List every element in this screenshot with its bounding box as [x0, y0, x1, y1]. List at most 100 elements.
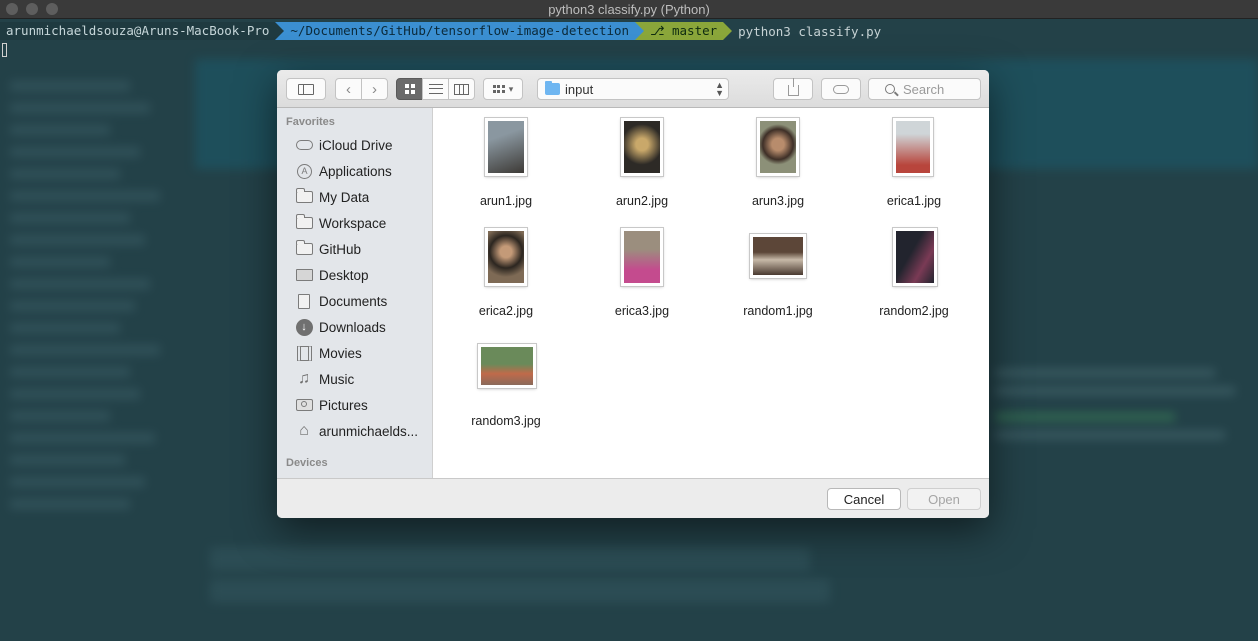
list-view-button[interactable]	[422, 78, 449, 100]
search-icon	[885, 84, 895, 94]
back-button[interactable]: ‹	[335, 78, 362, 100]
image-thumbnail	[621, 118, 663, 176]
folder-icon	[295, 214, 313, 231]
dialog-button-bar: Cancel Open	[277, 478, 989, 518]
file-name: arun2.jpg	[615, 194, 669, 208]
dialog-sidebar: Favorites iCloud Drive A Applications My…	[277, 108, 433, 478]
file-item[interactable]: erica2.jpg	[438, 226, 574, 332]
sidebar-item-music[interactable]: ♫ Music	[277, 367, 433, 391]
forward-button[interactable]: ›	[361, 78, 388, 100]
camera-icon	[295, 397, 313, 413]
image-thumbnail	[621, 228, 663, 286]
tag-icon	[833, 84, 849, 94]
prompt-user-host: arunmichaeldsouza@Aruns-MacBook-Pro	[0, 22, 276, 40]
arrange-menu-button[interactable]: ▾	[483, 78, 523, 100]
background-content	[995, 359, 1245, 479]
terminal-cursor	[2, 43, 7, 57]
file-name: erica3.jpg	[614, 304, 670, 318]
sidebar-item-label: Applications	[319, 163, 392, 179]
image-thumbnail	[485, 228, 527, 286]
dialog-toolbar: ‹ › ▾ input ▲ ▼ Search	[277, 70, 989, 108]
image-thumbnail	[478, 344, 536, 388]
sidebar-item-label: iCloud Drive	[319, 137, 393, 153]
downloads-icon: ↓	[295, 318, 313, 336]
file-name: random2.jpg	[879, 304, 949, 318]
file-browser: arun1.jpg arun2.jpg arun3.jpg erica1.jpg…	[433, 108, 989, 478]
arrange-grid-icon	[492, 85, 505, 93]
file-item[interactable]: random1.jpg	[710, 226, 846, 332]
file-item[interactable]: erica1.jpg	[846, 116, 982, 222]
sidebar-item-workspace[interactable]: Workspace	[277, 211, 433, 235]
sidebar-toggle-button[interactable]	[286, 78, 326, 100]
devices-header: Devices	[286, 457, 328, 469]
image-thumbnail	[757, 118, 799, 176]
chevron-left-icon: ‹	[346, 80, 351, 98]
sidebar-item-pictures[interactable]: Pictures	[277, 393, 433, 417]
sidebar-item-github[interactable]: GitHub	[277, 237, 433, 261]
file-item[interactable]: arun1.jpg	[438, 116, 574, 222]
file-item[interactable]: arun3.jpg	[710, 116, 846, 222]
folder-icon	[295, 188, 313, 205]
sidebar-item-documents[interactable]: Documents	[277, 289, 433, 313]
cloud-icon	[295, 137, 313, 153]
movies-icon	[295, 345, 313, 361]
location-popup[interactable]: input ▲ ▼	[537, 78, 729, 100]
location-label: input	[565, 82, 594, 97]
folder-icon	[295, 240, 313, 257]
file-name: arun3.jpg	[751, 194, 805, 208]
sidebar-item-desktop[interactable]: Desktop	[277, 263, 433, 287]
sidebar-item-label: Pictures	[319, 397, 368, 413]
sidebar-item-label: arunmichaelds...	[319, 423, 419, 439]
search-field[interactable]: Search	[868, 78, 981, 100]
file-item[interactable]: erica3.jpg	[574, 226, 710, 332]
desktop-icon	[295, 267, 313, 283]
sidebar-item-applications[interactable]: A Applications	[277, 159, 433, 183]
image-thumbnail	[893, 228, 937, 286]
file-name: random1.jpg	[743, 304, 813, 318]
shell-prompt: arunmichaeldsouza@Aruns-MacBook-Pro ~/Do…	[0, 22, 881, 40]
home-icon: ⌂	[299, 422, 309, 439]
prompt-path: ~/Documents/GitHub/tensorflow-image-dete…	[284, 22, 636, 40]
chevron-down-icon: ▾	[508, 83, 514, 94]
file-name: erica1.jpg	[886, 194, 942, 208]
share-icon	[787, 78, 799, 96]
background-list	[210, 539, 850, 639]
image-thumbnail	[485, 118, 527, 176]
favorites-header: Favorites	[286, 116, 335, 128]
prompt-separator	[723, 22, 733, 40]
updown-chevron-icon: ▲ ▼	[715, 80, 724, 98]
sidebar-item-label: Workspace	[319, 215, 387, 231]
sidebar-toggle-icon	[298, 83, 314, 95]
title-bar: python3 classify.py (Python)	[0, 0, 1258, 19]
icon-view-button[interactable]	[396, 78, 423, 100]
sidebar-item-my-data[interactable]: My Data	[277, 185, 433, 209]
file-item[interactable]: random3.jpg	[438, 336, 574, 442]
git-branch-icon: ⎇	[650, 23, 672, 38]
cancel-button[interactable]: Cancel	[827, 488, 901, 510]
open-button[interactable]: Open	[907, 488, 981, 510]
sidebar-item-downloads[interactable]: ↓ Downloads	[277, 315, 433, 339]
documents-icon	[295, 293, 313, 309]
sidebar-item-home[interactable]: ⌂ arunmichaelds...	[277, 419, 433, 443]
list-icon	[428, 84, 443, 94]
music-icon: ♫	[298, 370, 310, 387]
open-file-dialog: ‹ › ▾ input ▲ ▼ Search Favorites iCloud …	[277, 70, 989, 518]
column-view-button[interactable]	[448, 78, 475, 100]
file-name: arun1.jpg	[479, 194, 533, 208]
prompt-command: python3 classify.py	[738, 23, 882, 39]
tags-button[interactable]	[821, 78, 861, 100]
sidebar-item-label: Downloads	[319, 319, 386, 335]
sidebar-item-label: My Data	[319, 189, 370, 205]
sidebar-item-icloud-drive[interactable]: iCloud Drive	[277, 133, 433, 157]
file-item[interactable]: arun2.jpg	[574, 116, 710, 222]
image-thumbnail	[750, 234, 806, 278]
sidebar-item-label: Movies	[319, 345, 362, 361]
window-title: python3 classify.py (Python)	[548, 2, 710, 17]
sidebar-item-movies[interactable]: Movies	[277, 341, 433, 365]
share-button[interactable]	[773, 78, 813, 100]
file-item[interactable]: random2.jpg	[846, 226, 982, 332]
file-name: random3.jpg	[471, 414, 541, 428]
sidebar-item-label: GitHub	[319, 241, 362, 257]
file-name: erica2.jpg	[478, 304, 534, 318]
prompt-separator	[635, 22, 645, 40]
